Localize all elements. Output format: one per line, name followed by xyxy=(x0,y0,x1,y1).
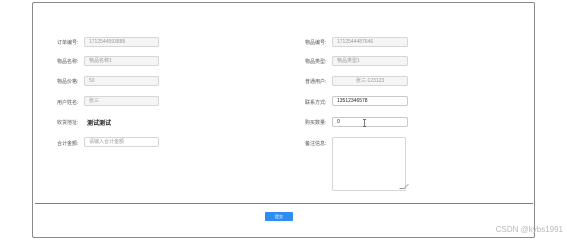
submit-button[interactable]: 提交 xyxy=(265,212,293,221)
quantity-label: 购买数量: xyxy=(305,120,327,126)
order-no-label: 订单编号: xyxy=(57,40,79,46)
regular-user-field[interactable]: 张三-123123 xyxy=(332,76,408,86)
address-value: 测试测试 xyxy=(87,121,112,127)
total-amount-input[interactable]: 请输入合计金额 xyxy=(84,137,159,147)
total-amount-label: 合计金额: xyxy=(57,141,79,147)
item-name-label: 物品名称: xyxy=(57,59,79,65)
remarks-textarea[interactable] xyxy=(332,137,409,191)
address-label: 收货地址: xyxy=(57,120,79,126)
contact-input[interactable]: 13512346578 xyxy=(332,96,408,106)
item-price-label: 物品价格: xyxy=(57,79,79,85)
item-type-label: 物品类型: xyxy=(305,59,327,65)
user-name-field[interactable]: 张三 xyxy=(84,96,159,106)
item-no-label: 物品编号: xyxy=(305,40,327,46)
item-name-field[interactable]: 物品名称1 xyxy=(84,56,159,66)
item-type-field[interactable]: 物品类型1 xyxy=(332,56,408,66)
remarks-label: 备注信息: xyxy=(305,141,327,147)
item-no-field[interactable]: 1712544487646 xyxy=(332,37,408,47)
contact-label: 联系方式: xyxy=(305,100,327,106)
text-cursor-icon xyxy=(363,119,366,127)
user-name-label: 用户姓名: xyxy=(57,100,79,106)
watermark: CSDN @kybs1991 xyxy=(495,225,563,234)
order-no-field[interactable]: 1712544593888 xyxy=(84,37,159,47)
item-price-field[interactable]: 50 xyxy=(84,76,159,86)
quantity-input[interactable]: 0 xyxy=(332,117,408,127)
regular-user-label: 普通用户: xyxy=(305,79,327,85)
footer-divider xyxy=(35,203,533,204)
